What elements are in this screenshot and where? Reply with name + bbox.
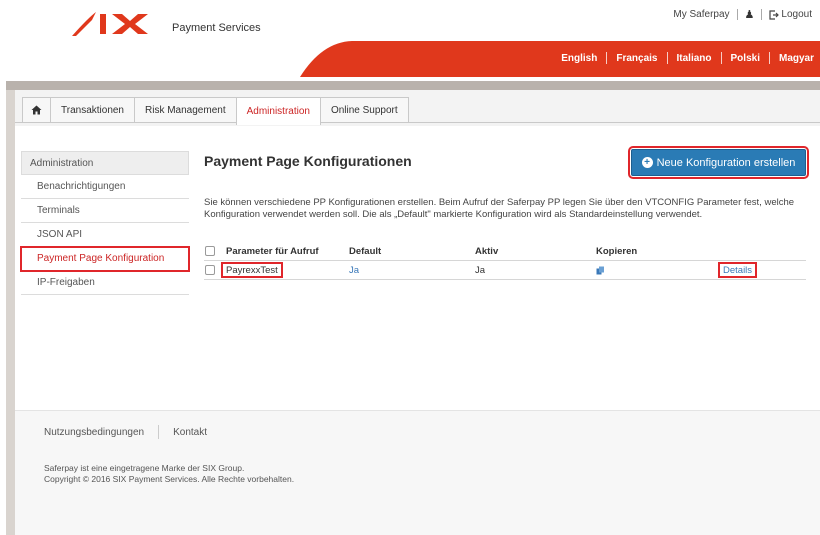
terms-link[interactable]: Nutzungsbedingungen [44, 427, 144, 438]
user-icon[interactable]: ♟ [745, 8, 755, 21]
sidebar-item-payment-page-konfiguration[interactable]: Payment Page Konfiguration [20, 246, 190, 272]
language-list: English Français Italiano Polski Magyar [561, 52, 814, 64]
divider [606, 52, 608, 64]
column-header-kopieren: Kopieren [596, 245, 638, 257]
brand-subtitle: Payment Services [172, 22, 261, 34]
divider [666, 52, 668, 64]
column-header-parameter: Parameter für Aufruf [226, 245, 319, 257]
contact-link[interactable]: Kontakt [173, 427, 207, 438]
configurations-table: Parameter für Aufruf Default Aktiv Kopie… [204, 242, 806, 280]
tab-transaktionen[interactable]: Transaktionen [50, 97, 135, 122]
lang-polski[interactable]: Polski [731, 53, 760, 64]
sidebar-item-ip-freigaben[interactable]: IP-Freigaben [21, 271, 189, 295]
sidebar-item-benachrichtigungen[interactable]: Benachrichtigungen [21, 175, 189, 199]
copy-button[interactable] [596, 261, 605, 279]
default-value-link[interactable]: Ja [349, 261, 359, 279]
logout-label: Logout [781, 9, 812, 20]
tab-administration[interactable]: Administration [235, 97, 321, 125]
page-title: Payment Page Konfigurationen [204, 153, 412, 169]
new-configuration-label: Neue Konfiguration erstellen [656, 156, 796, 169]
my-saferpay-link[interactable]: My Saferpay [673, 9, 729, 20]
details-link[interactable]: Details [718, 262, 758, 278]
row-checkbox[interactable] [205, 265, 215, 275]
logout-icon [769, 9, 780, 20]
app-window: Payment Services My Saferpay ♟ Logout En… [0, 0, 820, 535]
tab-home[interactable] [22, 97, 51, 122]
lang-italiano[interactable]: Italiano [677, 53, 712, 64]
table-row: PayrexxTest Ja Ja Details [204, 260, 806, 280]
main-tabs: Transaktionen Risk Management Administra… [22, 97, 409, 125]
copyright-text: Copyright © 2016 SIX Payment Services. A… [44, 474, 295, 484]
left-edge-strip [6, 90, 15, 535]
divider [720, 52, 722, 64]
top-links: My Saferpay ♟ Logout [673, 8, 812, 21]
trademark-text: Saferpay ist eine eingetragene Marke der… [44, 463, 245, 473]
plus-circle-icon: + [641, 157, 653, 168]
tabs-baseline [15, 122, 820, 123]
tab-risk-management[interactable]: Risk Management [134, 97, 237, 122]
column-header-default: Default [349, 245, 382, 257]
footer-links: Nutzungsbedingungen Kontakt [44, 425, 207, 439]
sidebar-item-terminals[interactable]: Terminals [21, 199, 189, 223]
divider [768, 52, 770, 64]
column-header-aktiv: Aktiv [475, 245, 499, 257]
sidebar: Administration Benachrichtigungen Termin… [20, 151, 190, 295]
header-divider-bar [6, 81, 820, 90]
parameter-value: PayrexxTest [221, 262, 283, 278]
lang-english[interactable]: English [561, 53, 597, 64]
logout-link[interactable]: Logout [769, 9, 812, 20]
lang-magyar[interactable]: Magyar [779, 53, 814, 64]
page-description: Sie können verschiedene PP Konfiguration… [204, 197, 795, 220]
divider [158, 425, 160, 439]
new-configuration-button[interactable]: + Neue Konfiguration erstellen [628, 146, 809, 179]
table-header-row: Parameter für Aufruf Default Aktiv Kopie… [204, 242, 806, 260]
lang-francais[interactable]: Français [616, 53, 657, 64]
tab-online-support[interactable]: Online Support [319, 97, 409, 122]
sidebar-heading[interactable]: Administration [21, 151, 189, 175]
divider [761, 9, 763, 20]
copy-icon [596, 266, 604, 274]
select-all-checkbox[interactable] [205, 246, 215, 256]
active-value: Ja [475, 264, 486, 276]
home-icon [31, 105, 42, 115]
sidebar-item-json-api[interactable]: JSON API [21, 223, 189, 247]
divider [736, 9, 738, 20]
footer-legal: Saferpay ist eine eingetragene Marke der… [44, 463, 294, 485]
six-logo[interactable] [70, 6, 160, 40]
